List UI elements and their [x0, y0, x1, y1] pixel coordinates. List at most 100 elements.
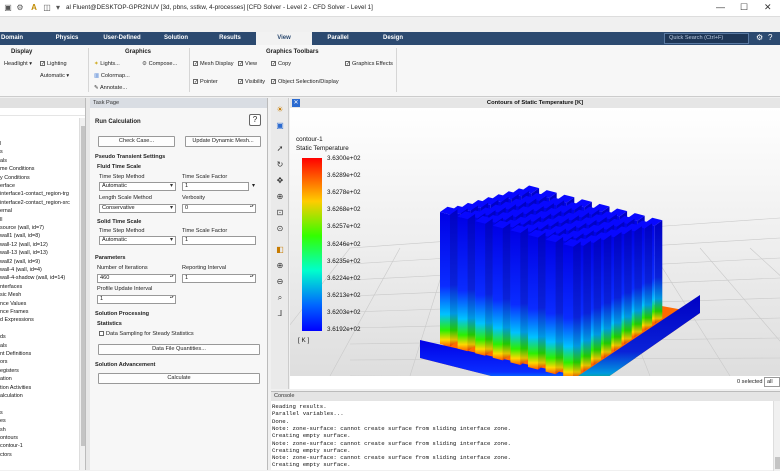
graphics-effects-checkbox[interactable]: ✓ Graphics Effects: [345, 61, 393, 67]
magnify-icon[interactable]: ⌕: [274, 292, 286, 304]
reporting-interval-spinner[interactable]: 1: [182, 274, 256, 283]
tree-item[interactable]: nt Definitions: [0, 351, 31, 357]
profile-update-spinner[interactable]: 1: [97, 295, 176, 304]
data-sampling-checkbox[interactable]: Data Sampling for Steady Statistics: [99, 331, 194, 337]
tree-item[interactable]: y Conditions: [0, 175, 30, 181]
calculate-button[interactable]: Calculate: [98, 373, 260, 384]
tree-item[interactable]: es: [0, 418, 6, 424]
visibility-checkbox[interactable]: ✓ Visibility: [238, 79, 265, 85]
time-scale-factor-input[interactable]: 1: [182, 182, 249, 191]
tree-item[interactable]: als: [0, 343, 7, 349]
selection-filter-select[interactable]: all: [764, 377, 780, 387]
zoom-in-icon[interactable]: ⊕: [274, 260, 286, 272]
tree-item[interactable]: interface1-contact_region-trg: [0, 191, 69, 197]
lighting-checkbox[interactable]: ✓ Lighting: [40, 61, 67, 67]
settings-icon[interactable]: ⚙: [756, 33, 763, 42]
colormap-button[interactable]: ▥ Colormap...: [94, 73, 130, 79]
tree-item[interactable]: tion Activities: [0, 385, 31, 391]
gear-icon[interactable]: ⚙: [15, 3, 25, 13]
tree-item[interactable]: wall2 (wall, id=9): [0, 259, 40, 265]
close-button[interactable]: ✕: [764, 2, 772, 13]
help-icon[interactable]: ?: [249, 114, 261, 126]
update-dynamic-mesh-button[interactable]: Update Dynamic Mesh...: [185, 136, 261, 147]
chevron-down-icon[interactable]: ▾: [252, 182, 255, 189]
mesh-display-checkbox[interactable]: ✓ Mesh Display: [193, 61, 234, 67]
tab-view[interactable]: View: [256, 32, 312, 45]
tree-item[interactable]: ation: [0, 376, 12, 382]
solid-time-scale-factor-input[interactable]: 1: [182, 236, 256, 245]
tree-item[interactable]: ontours: [0, 435, 18, 441]
annotate-button[interactable]: ✎ Annotate...: [94, 85, 127, 91]
maximize-button[interactable]: ☐: [740, 2, 748, 13]
object-selection-checkbox[interactable]: ✓ Object Selection/Display: [271, 79, 339, 85]
automatic-dropdown[interactable]: Automatic ▾: [40, 73, 69, 79]
sun-icon[interactable]: ☀: [274, 104, 286, 116]
axes-icon[interactable]: ⅃: [274, 308, 286, 320]
pointer-icon[interactable]: ➚: [274, 143, 286, 155]
time-step-method-select[interactable]: Automatic: [99, 182, 176, 191]
verbosity-spinner[interactable]: 0: [182, 204, 256, 213]
tree-item[interactable]: wall-4-shadow (wall, id=14): [0, 275, 65, 281]
tree-item[interactable]: nce Frames: [0, 309, 28, 315]
tree-item[interactable]: sic Mesh: [0, 292, 21, 298]
data-file-quantities-button[interactable]: Data File Quantities...: [98, 344, 260, 355]
tab-user-defined[interactable]: User-Defined: [98, 32, 146, 45]
tree-item[interactable]: wall1 (wall, id=8): [0, 233, 40, 239]
graphics-window[interactable]: ✕ Contours of Static Temperature [K] con…: [290, 98, 780, 389]
tree-item[interactable]: nce Values: [0, 301, 26, 307]
view-checkbox[interactable]: ✓ View: [238, 61, 257, 67]
tree-item[interactable]: sh: [0, 427, 6, 433]
copy-checkbox[interactable]: ✓ Copy: [271, 61, 291, 67]
console-panel[interactable]: Console Reading results. Parallel variabl…: [271, 391, 780, 471]
pan-icon[interactable]: ✥: [274, 175, 286, 187]
save-icon[interactable]: ▣: [3, 3, 13, 13]
solid-time-step-method-select[interactable]: Automatic: [99, 236, 176, 245]
tree-item[interactable]: ll: [0, 217, 2, 223]
zoom-out-icon[interactable]: ⊖: [274, 276, 286, 288]
tree-item[interactable]: erface: [0, 183, 15, 189]
tree-item[interactable]: s: [0, 149, 3, 155]
tab-design[interactable]: Design: [376, 32, 410, 45]
probe-icon[interactable]: ⊙: [274, 223, 286, 235]
minimize-button[interactable]: —: [716, 2, 725, 12]
tree-item[interactable]: als: [0, 158, 7, 164]
console-scroll-thumb[interactable]: [775, 457, 780, 469]
length-scale-method-select[interactable]: Conservative: [99, 204, 176, 213]
tree-scrollbar[interactable]: [79, 118, 85, 470]
tab-physics[interactable]: Physics: [50, 32, 84, 45]
tree-item[interactable]: wall-13 (wall, id=13): [0, 250, 48, 256]
num-iterations-spinner[interactable]: 460: [97, 274, 176, 283]
tree-item[interactable]: ctors: [0, 452, 12, 458]
help-icon[interactable]: ?: [768, 33, 772, 42]
contour-plot[interactable]: [290, 108, 780, 376]
tree-item[interactable]: egisters: [0, 368, 19, 374]
tree-item[interactable]: wall-12 (wall, id=12): [0, 242, 48, 248]
fit-icon[interactable]: ◧: [274, 244, 286, 256]
tab-domain[interactable]: Domain: [0, 32, 24, 45]
help-icon[interactable]: ▾: [53, 3, 63, 13]
tab-solution[interactable]: Solution: [158, 32, 194, 45]
tab-parallel[interactable]: Parallel: [320, 32, 356, 45]
tree-filter[interactable]: [0, 110, 85, 116]
compose-button[interactable]: ⚙ Compose...: [142, 61, 177, 67]
tree-item[interactable]: interface2-contact_region-src: [0, 200, 70, 206]
pointer-checkbox[interactable]: ✓ Pointer: [193, 79, 218, 85]
check-case-button[interactable]: Check Case...: [98, 136, 175, 147]
zoom-box-icon[interactable]: ⊡: [274, 207, 286, 219]
quick-search-input[interactable]: Quick Search (Ctrl+F): [664, 33, 749, 44]
rotate-icon[interactable]: ↻: [274, 159, 286, 171]
tree-item[interactable]: alculation: [0, 393, 23, 399]
image-icon[interactable]: ▣: [274, 120, 286, 132]
tree-item[interactable]: d Expressions: [0, 317, 34, 323]
tree-item[interactable]: wall-4 (wall, id=4): [0, 267, 42, 273]
tree-item[interactable]: l: [0, 141, 1, 147]
tree-item[interactable]: ds: [0, 334, 6, 340]
layout-icon[interactable]: ◫: [42, 3, 52, 13]
tree-item[interactable]: me Conditions: [0, 166, 34, 172]
tree-item[interactable]: source (wall, id=7): [0, 225, 44, 231]
tab-results[interactable]: Results: [212, 32, 248, 45]
tree-item[interactable]: s: [0, 410, 3, 416]
console-scrollbar[interactable]: [773, 401, 780, 471]
tree-item[interactable]: ernal: [0, 208, 12, 214]
tree-item[interactable]: nterfaces: [0, 284, 22, 290]
